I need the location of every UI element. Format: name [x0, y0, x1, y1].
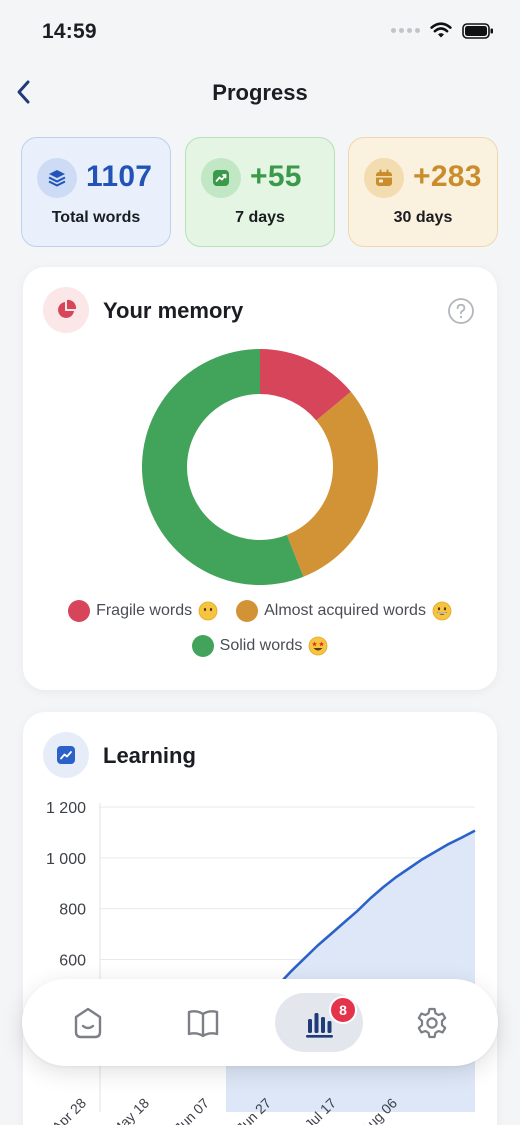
signal-icon	[391, 28, 420, 33]
wifi-icon	[430, 22, 452, 38]
stats-row: 1107 Total words +55 7 days +283 30 days	[21, 137, 499, 247]
legend-swatch	[236, 600, 259, 622]
donut-slice-almost[interactable]	[286, 391, 378, 577]
stat-7-days: +55 7 days	[185, 137, 335, 247]
legend-swatch	[191, 635, 214, 657]
legend-item-fragile[interactable]: Fragile words	[68, 600, 218, 622]
nav-stats-button[interactable]: 8	[275, 993, 363, 1052]
notification-badge: 8	[329, 996, 357, 1024]
memory-legend-row-2: Solid words	[23, 635, 497, 657]
status-bar: 14:59	[0, 0, 520, 64]
stat-value: +283	[413, 160, 482, 193]
trend-up-icon	[213, 170, 229, 186]
page-title: Progress	[212, 80, 308, 105]
battery-icon	[462, 22, 493, 39]
layers-icon	[48, 170, 66, 187]
calendar-icon	[376, 169, 392, 186]
legend-item-solid[interactable]: Solid words	[191, 635, 329, 657]
progress-screen: 14:59 Progress 1107 Total words +55 7 da…	[0, 0, 520, 1125]
y-tick-label: 1 000	[46, 851, 86, 868]
stat-label: 30 days	[393, 209, 453, 226]
stat-label: Total words	[51, 209, 141, 226]
status-time: 14:59	[42, 20, 97, 43]
stat-total-words: 1107 Total words	[21, 137, 171, 247]
neutral-face-icon	[198, 601, 218, 621]
stat-value: +55	[250, 160, 302, 193]
header: Progress	[0, 66, 520, 118]
legend-swatch	[68, 600, 91, 622]
stat-value: 1107	[86, 160, 153, 193]
home-face-icon	[74, 1007, 102, 1038]
stat-label: 7 days	[235, 209, 285, 226]
book-icon	[187, 1009, 219, 1037]
stat-30-days: +283 30 days	[348, 137, 498, 247]
status-icons	[391, 22, 494, 39]
memory-donut-chart	[142, 349, 378, 585]
nav-book-button[interactable]	[159, 993, 247, 1052]
x-tick-label: Apr 28	[49, 1095, 90, 1125]
y-tick-label: 600	[59, 953, 86, 970]
memory-legend-row-1: Fragile words Almost acquired words	[23, 600, 497, 622]
grinning-face-icon	[432, 601, 452, 621]
series-area	[226, 830, 475, 1112]
x-tick-label: Jun 07	[171, 1095, 212, 1125]
legend-item-almost[interactable]: Almost acquired words	[236, 600, 452, 622]
memory-card: Your memory Fragile words Almost acquire…	[23, 267, 497, 690]
x-tick-label: May 18	[108, 1095, 152, 1125]
nav-settings-button[interactable]	[388, 993, 476, 1052]
legend-label: Almost acquired words	[264, 602, 426, 619]
legend-label: Fragile words	[96, 602, 193, 619]
nav-home-button[interactable]	[44, 993, 132, 1052]
star-struck-icon	[308, 636, 328, 656]
gear-icon	[417, 1007, 447, 1038]
bottom-nav: 8	[22, 979, 498, 1066]
y-tick-label: 800	[59, 902, 86, 919]
y-tick-label: 1 200	[46, 800, 86, 817]
legend-label: Solid words	[219, 637, 303, 654]
